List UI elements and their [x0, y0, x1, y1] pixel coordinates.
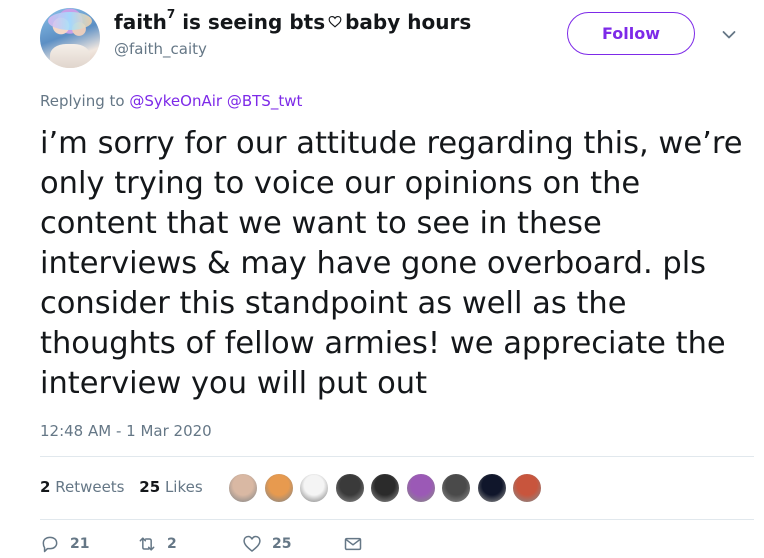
- like-action[interactable]: 25: [242, 534, 291, 554]
- liker-avatar[interactable]: [405, 473, 436, 503]
- like-count: 25: [272, 536, 292, 552]
- heart-icon: [328, 15, 342, 28]
- avatar-hair: [48, 12, 92, 30]
- reply-icon: [42, 536, 58, 553]
- retweet-icon: [139, 537, 155, 551]
- liker-avatar[interactable]: [299, 473, 329, 503]
- display-name[interactable]: faith7 is seeing bts baby hours: [114, 7, 471, 34]
- avatar[interactable]: [40, 8, 100, 68]
- mention-link[interactable]: @BTS_twt: [227, 92, 303, 110]
- tweet-text-line: consider this standpoint as well as the: [40, 286, 627, 321]
- liker-avatar[interactable]: [334, 473, 365, 503]
- engagement-stats: 2 Retweets 25 Likes: [40, 478, 213, 496]
- liker-avatar[interactable]: [441, 473, 471, 503]
- tweet-text: i’m sorry for our attitude regarding thi…: [40, 124, 755, 404]
- liker-avatar[interactable]: [476, 473, 507, 503]
- avatar-figure: [50, 44, 90, 68]
- direct-message-action[interactable]: [343, 534, 373, 554]
- tweet-text-line: i’m sorry for our attitude regarding thi…: [40, 126, 743, 161]
- reply-count: 21: [70, 536, 90, 552]
- action-bar: 21 2 25: [40, 534, 400, 558]
- heart-icon: [243, 535, 261, 552]
- timestamp[interactable]: 12:48 AM - 1 Mar 2020: [40, 422, 212, 440]
- follow-button[interactable]: Follow: [567, 12, 695, 55]
- username[interactable]: @faith_caity: [114, 40, 207, 58]
- tweet-text-line: only trying to voice our opinions on the: [40, 166, 641, 201]
- liker-avatar[interactable]: [512, 473, 542, 503]
- liker-avatar[interactable]: [263, 473, 294, 503]
- likes-stat[interactable]: 25 Likes: [139, 478, 202, 496]
- divider: [40, 519, 754, 520]
- name-superscript: 7: [166, 7, 176, 22]
- tweet-text-line: thoughts of fellow armies! we appreciate…: [40, 326, 726, 361]
- mention-link[interactable]: @SykeOnAir: [129, 92, 222, 110]
- tweet-card: faith7 is seeing bts baby hours @faith_ca…: [0, 0, 764, 557]
- reply-action[interactable]: 21: [40, 534, 89, 554]
- retweet-count: 2: [167, 536, 177, 552]
- tweet-text-line: content that we want to see in these: [40, 206, 602, 241]
- retweets-stat[interactable]: 2 Retweets: [40, 478, 125, 496]
- envelope-icon: [344, 537, 362, 551]
- chevron-down-icon[interactable]: [722, 30, 736, 40]
- liker-avatar[interactable]: [228, 473, 258, 503]
- replying-to: Replying to @SykeOnAir @BTS_twt: [40, 92, 303, 110]
- retweet-action[interactable]: 2: [137, 534, 177, 554]
- divider: [40, 456, 754, 457]
- liker-avatar[interactable]: [370, 473, 400, 503]
- tweet-text-line: interviews & may have gone overboard. pl…: [40, 246, 707, 281]
- tweet-text-line: interview you will put out: [40, 366, 428, 401]
